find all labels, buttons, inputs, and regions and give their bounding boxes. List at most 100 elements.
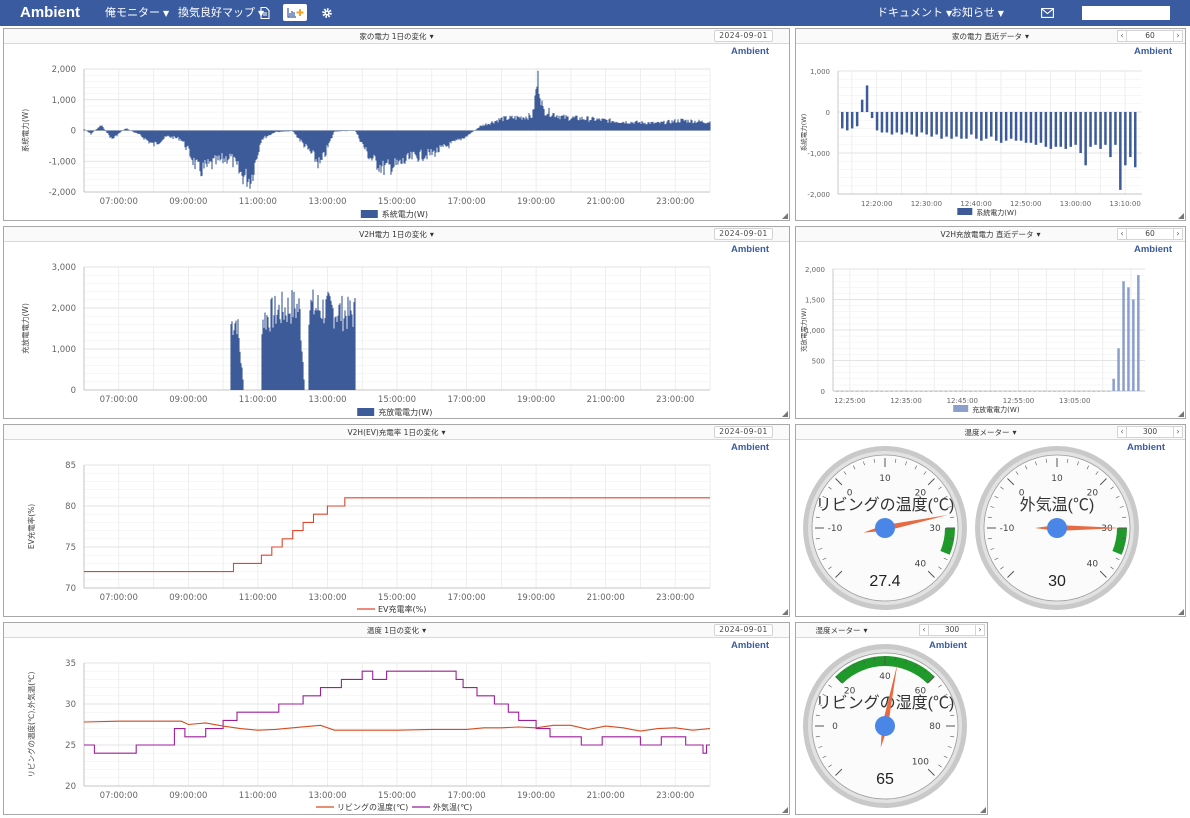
gauge-tick-label: 80 (929, 722, 941, 732)
x-tick-label: 07:00:00 (100, 593, 138, 603)
resize-handle-icon[interactable] (1178, 411, 1184, 417)
bar (1124, 112, 1127, 166)
y-tick-label: 2,000 (52, 304, 76, 314)
resize-handle-icon[interactable] (782, 609, 788, 615)
x-tick-label: 12:55:00 (1003, 397, 1034, 405)
bar (1082, 391, 1086, 392)
bar (880, 391, 883, 392)
x-tick-label: 23:00:00 (656, 791, 694, 801)
gauge-tick-label: 30 (1101, 524, 1113, 534)
news-menu[interactable]: お知らせ ▼ (951, 0, 1004, 26)
bar (865, 85, 869, 112)
bar (870, 391, 873, 392)
resize-handle-icon[interactable] (782, 411, 788, 417)
y-tick-label: 3,000 (52, 263, 76, 273)
bar (1129, 112, 1132, 158)
bar (919, 391, 923, 392)
bar (935, 112, 938, 135)
bar (995, 112, 998, 141)
y-tick-label: 35 (65, 659, 76, 669)
bar (989, 391, 992, 392)
bar (1023, 391, 1026, 392)
bar (1079, 112, 1082, 153)
bar (954, 391, 957, 392)
bar (1097, 391, 1101, 392)
bar (880, 112, 884, 133)
x-tick-label: 19:00:00 (517, 197, 555, 207)
bar (990, 112, 993, 137)
document-icon[interactable] (260, 0, 270, 26)
grid-power-daily-panel: 家の電力 1日の変化 ▾ 2024-09-01 Ambient 2,000 1,00… (3, 28, 790, 221)
y-tick-label: 0 (821, 388, 825, 396)
x-tick-label: 13:05:00 (1059, 397, 1090, 405)
x-tick-label: 19:00:00 (517, 395, 555, 405)
bar (1107, 391, 1110, 392)
bar (1013, 391, 1017, 392)
docs-menu[interactable]: ドキュメント ▼ (877, 0, 952, 26)
gear-icon[interactable] (321, 0, 333, 26)
y-tick-label: 70 (65, 584, 76, 594)
x-tick-label: 12:20:00 (861, 200, 892, 208)
x-tick-label: 15:00:00 (378, 593, 416, 603)
x-tick-label: 17:00:00 (447, 197, 485, 207)
legend-label: リビングの温度(℃) (337, 802, 408, 812)
bar (965, 112, 968, 139)
x-tick-label: 12:30:00 (911, 200, 942, 208)
x-tick-label: 12:40:00 (960, 200, 991, 208)
bar (1019, 112, 1023, 141)
temperature-gauges: -10010203040リビングの温度(℃)27.4-10010203040外気… (803, 446, 1139, 610)
add-chart-button[interactable] (283, 4, 307, 21)
y-tick-label: -1,000 (807, 150, 830, 158)
x-tick-label: 15:00:00 (378, 197, 416, 207)
my-monitor-menu[interactable]: 俺モニター ▼ (105, 0, 169, 26)
bar (993, 391, 997, 392)
bar (1043, 391, 1046, 392)
bar (945, 112, 948, 137)
resize-handle-icon[interactable] (782, 213, 788, 219)
humidity-gauge: 020406080100リビングの湿度(℃)65 (803, 644, 967, 808)
gauge-hub (1047, 518, 1067, 538)
bar (875, 112, 879, 131)
legend: 系統電力(W) (957, 208, 1017, 217)
bar (860, 99, 864, 112)
legend-swatch (957, 208, 973, 215)
bar (1034, 112, 1038, 145)
resize-handle-icon[interactable] (1178, 213, 1184, 219)
bar (900, 391, 903, 392)
resize-handle-icon[interactable] (980, 807, 986, 813)
brand-logo[interactable]: Ambient (20, 0, 80, 26)
bar (929, 391, 933, 392)
bar (939, 391, 943, 392)
mail-icon[interactable] (1041, 0, 1054, 26)
x-tick-label: 07:00:00 (100, 395, 138, 405)
ventilation-map-menu[interactable]: 換気良好マップ ▼ (178, 0, 264, 26)
bar (1084, 112, 1087, 166)
bar (895, 391, 898, 392)
x-tick-label: 23:00:00 (656, 395, 694, 405)
bar (934, 391, 938, 392)
search-input[interactable] (1082, 6, 1170, 20)
bar (944, 391, 948, 392)
bar (960, 112, 963, 139)
legend: 充放電電力(W) (357, 407, 432, 417)
bar (1094, 112, 1097, 145)
resize-handle-icon[interactable] (782, 807, 788, 813)
y-tick-label: 0 (71, 386, 76, 396)
chevron-down-icon: ▼ (997, 9, 1004, 18)
bar (974, 391, 977, 392)
gauge-tick-label: 40 (1087, 559, 1099, 569)
resize-handle-icon[interactable] (1178, 609, 1184, 615)
docs-label: ドキュメント (877, 6, 943, 19)
x-tick-label: 23:00:00 (656, 593, 694, 603)
bar (1049, 112, 1053, 149)
legend: EV充電率(%) (357, 604, 426, 614)
x-tick-label: 15:00:00 (378, 395, 416, 405)
bar (1054, 112, 1058, 147)
bar (1132, 299, 1135, 391)
x-tick-label: 07:00:00 (100, 197, 138, 207)
gauge-tick-label: -10 (828, 524, 843, 534)
legend-label: 系統電力(W) (382, 209, 428, 219)
my-monitor-label: 俺モニター (105, 6, 160, 19)
bar (915, 112, 918, 137)
legend-label: 充放電電力(W) (972, 405, 1020, 414)
